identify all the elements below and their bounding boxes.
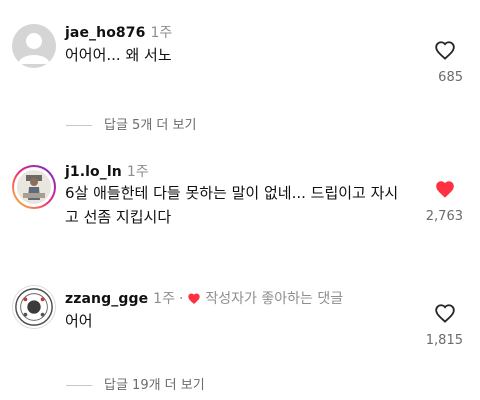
comment-time: 1주 <box>126 164 149 180</box>
separator-dot: · <box>178 291 184 307</box>
heart-filled-icon <box>436 181 454 198</box>
heart-filled-icon <box>188 293 201 305</box>
comment-username[interactable]: j1.lo_ln <box>65 164 122 180</box>
like-button[interactable] <box>434 40 456 60</box>
divider-line <box>66 125 92 126</box>
comment-meta: jae_ho876 1주 <box>65 22 172 42</box>
creator-liked-label: 작성자가 좋아하는 댓글 <box>205 291 344 307</box>
comment-meta: j1.lo_ln 1주 <box>65 161 149 181</box>
like-count: 2,763 <box>425 209 463 224</box>
comment-username[interactable]: zzang_gge <box>65 291 148 307</box>
heart-outline-icon <box>435 304 455 323</box>
divider-line <box>66 385 92 386</box>
view-replies-button[interactable]: 답글 5개 더 보기 <box>66 114 196 133</box>
story-avatar[interactable] <box>12 165 56 209</box>
comment-meta: zzang_gge 1주 · 작성자가 좋아하는 댓글 <box>65 288 343 308</box>
profile-photo <box>13 286 55 328</box>
profile-avatar[interactable] <box>12 285 56 329</box>
like-button[interactable] <box>434 303 456 323</box>
comment-text: 어어어... 왜 서노 <box>65 46 172 64</box>
like-button[interactable] <box>434 179 456 199</box>
heart-outline-icon <box>435 41 455 60</box>
like-count: 685 <box>438 70 463 85</box>
comment-text: 어어 <box>65 312 93 330</box>
profile-photo <box>17 170 51 204</box>
view-replies-label: 답글 5개 더 보기 <box>104 118 197 133</box>
comment-username[interactable]: jae_ho876 <box>65 25 145 41</box>
view-replies-label: 답글 19개 더 보기 <box>104 378 205 393</box>
comment-text: 6살 애들한테 다들 못하는 말이 없네... 드립이고 자시고 선좀 지킵시다 <box>65 184 399 226</box>
comment-time: 1주 <box>153 291 175 307</box>
comment-time: 1주 <box>150 25 173 41</box>
view-replies-button[interactable]: 답글 19개 더 보기 <box>66 374 205 393</box>
like-count: 1,815 <box>425 333 463 348</box>
default-avatar[interactable] <box>12 24 56 68</box>
creator-liked-badge: · 작성자가 좋아하는 댓글 <box>179 291 343 307</box>
